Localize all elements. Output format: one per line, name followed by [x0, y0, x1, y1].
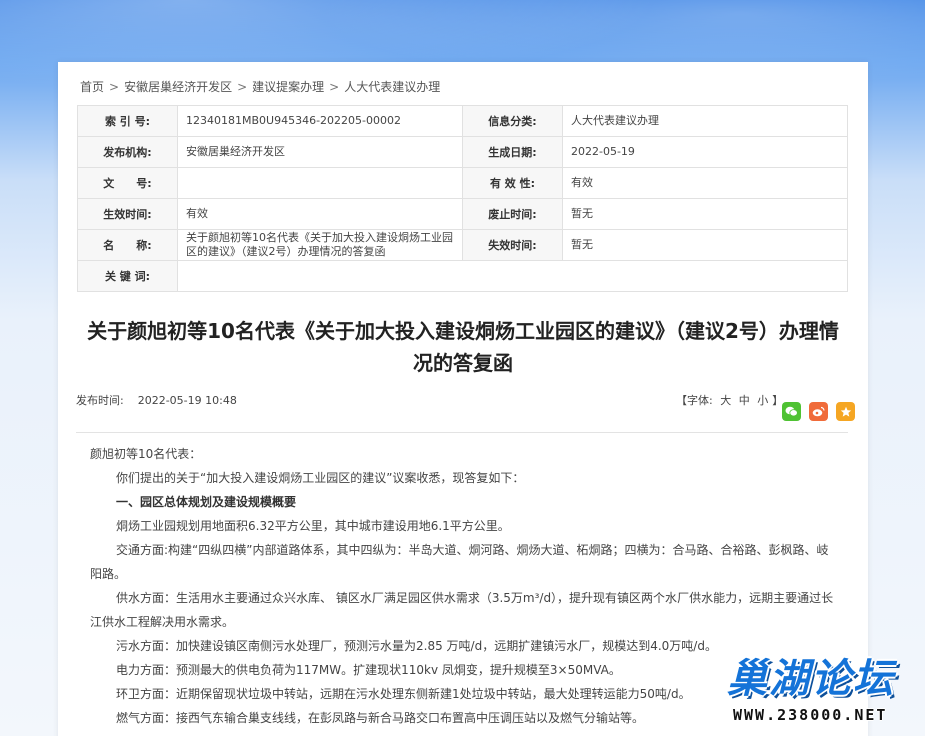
- metadata-value: 2022-05-19: [562, 136, 848, 168]
- content-paragraph: 颜旭初等10名代表：: [90, 447, 202, 461]
- content-paragraph: 一、园区总体规划及建设规模概要: [116, 495, 297, 509]
- metadata-label: 失效时间:: [462, 229, 563, 261]
- metadata-value: 安徽居巢经济开发区: [177, 136, 463, 168]
- breadcrumb-link[interactable]: 建议提案办理: [252, 78, 324, 95]
- article-title: 关于颜旭初等10名代表《关于加大投入建设烔炀工业园区的建议》（建议2号）办理情况…: [87, 319, 839, 375]
- breadcrumb: 首页 > 安徽居巢经济开发区 > 建议提案办理 > 人大代表建议办理: [80, 78, 440, 95]
- article-card: 首页 > 安徽居巢经济开发区 > 建议提案办理 > 人大代表建议办理 索 引 号: 12340…: [58, 62, 868, 736]
- weibo-icon[interactable]: [809, 402, 828, 421]
- content-paragraph: 污水方面：加快建设镇区南侧污水处理厂，预测污水量为2.85 万吨/d，远期扩建镇…: [116, 639, 717, 653]
- metadata-value: 关于颜旭初等10名代表《关于加大投入建设烔炀工业园区的建议》（建议2号）办理情况…: [177, 229, 463, 261]
- metadata-label: 文 号:: [77, 167, 178, 199]
- metadata-value: 有效: [177, 198, 463, 230]
- publish-info: 发布时间: 2022-05-19 10:48: [76, 392, 237, 408]
- metadata-label: 生成日期:: [462, 136, 563, 168]
- metadata-value: 有效: [562, 167, 848, 199]
- metadata-value: [177, 260, 848, 292]
- metadata-label: 名 称:: [77, 229, 178, 261]
- content-paragraph: 环卫方面：近期保留现状垃圾中转站，远期在污水处理东侧新建1处垃圾中转站，最大处理…: [116, 687, 691, 701]
- article-content: 颜旭初等10名代表： 你们提出的关于“加大投入建设烔炀工业园区的建议”议案收悉，现…: [90, 442, 835, 730]
- metadata-label: 有 效 性:: [462, 167, 563, 199]
- breadcrumb-link[interactable]: 人大代表建议办理: [344, 78, 440, 95]
- content-paragraph: 交通方面:构建“四纵四横”内部道路体系，其中四纵为：半岛大道、烔河路、烔炀大道、…: [90, 543, 829, 581]
- font-size-open: 【字体:: [676, 394, 713, 407]
- watermark-title: 巢湖论坛: [727, 656, 895, 702]
- metadata-row: 发布机构: 安徽居巢经济开发区 生成日期: 2022-05-19: [77, 136, 848, 168]
- breadcrumb-link[interactable]: 安徽居巢经济开发区: [124, 78, 232, 95]
- share-buttons: [782, 402, 855, 421]
- content-paragraph: 燃气方面：接西气东输合巢支线线，在彭凤路与新合马路交口布置高中压调压站以及燃气分…: [116, 711, 645, 725]
- metadata-label: 关 键 词:: [77, 260, 178, 292]
- metadata-value: 暂无: [562, 229, 848, 261]
- metadata-row: 生效时间: 有效 废止时间: 暂无: [77, 198, 848, 230]
- font-size-small[interactable]: 小: [757, 394, 768, 407]
- metadata-value: [177, 167, 463, 199]
- metadata-row: 文 号: 有 效 性: 有效: [77, 167, 848, 199]
- breadcrumb-separator: >: [237, 80, 248, 94]
- metadata-label: 索 引 号:: [77, 105, 178, 137]
- favorite-icon[interactable]: [836, 402, 855, 421]
- divider: [76, 432, 848, 433]
- watermark-url: WWW.238000.NET: [733, 706, 888, 724]
- metadata-label: 生效时间:: [77, 198, 178, 230]
- breadcrumb-link[interactable]: 首页: [80, 78, 104, 95]
- breadcrumb-separator: >: [329, 80, 340, 94]
- metadata-value: 暂无: [562, 198, 848, 230]
- metadata-table: 索 引 号: 12340181MB0U945346-202205-00002 信息分…: [77, 105, 848, 292]
- metadata-value: 人大代表建议办理: [562, 105, 848, 137]
- font-size-switcher: 【字体: 大 中 小】: [674, 392, 785, 408]
- metadata-label: 发布机构:: [77, 136, 178, 168]
- metadata-label: 废止时间:: [462, 198, 563, 230]
- content-paragraph: 烔炀工业园规划用地面积6.32平方公里，其中城市建设用地6.1平方公里。: [116, 519, 510, 533]
- font-size-medium[interactable]: 中: [739, 394, 750, 407]
- publish-time: 2022-05-19 10:48: [137, 394, 237, 407]
- watermark-logo: 巢湖论坛 WWW.238000.NET: [725, 646, 920, 731]
- font-size-large[interactable]: 大: [720, 394, 731, 407]
- content-paragraph: 电力方面：预测最大的供电负荷为117MW。扩建现状110kv 凤烔变，提升规模至…: [116, 663, 621, 677]
- metadata-value: 12340181MB0U945346-202205-00002: [177, 105, 463, 137]
- breadcrumb-separator: >: [109, 80, 120, 94]
- wechat-icon[interactable]: [782, 402, 801, 421]
- metadata-row: 关 键 词:: [77, 260, 848, 292]
- publish-label: 发布时间:: [76, 394, 124, 407]
- metadata-label: 信息分类:: [462, 105, 563, 137]
- content-paragraph: 你们提出的关于“加大投入建设烔炀工业园区的建议”议案收悉，现答复如下：: [116, 471, 525, 485]
- metadata-row: 索 引 号: 12340181MB0U945346-202205-00002 信息分…: [77, 105, 848, 137]
- content-paragraph: 供水方面：生活用水主要通过众兴水库、 镇区水厂满足园区供水需求（3.5万m³/d…: [90, 591, 834, 629]
- metadata-row: 名 称: 关于颜旭初等10名代表《关于加大投入建设烔炀工业园区的建议》（建议2号）…: [77, 229, 848, 261]
